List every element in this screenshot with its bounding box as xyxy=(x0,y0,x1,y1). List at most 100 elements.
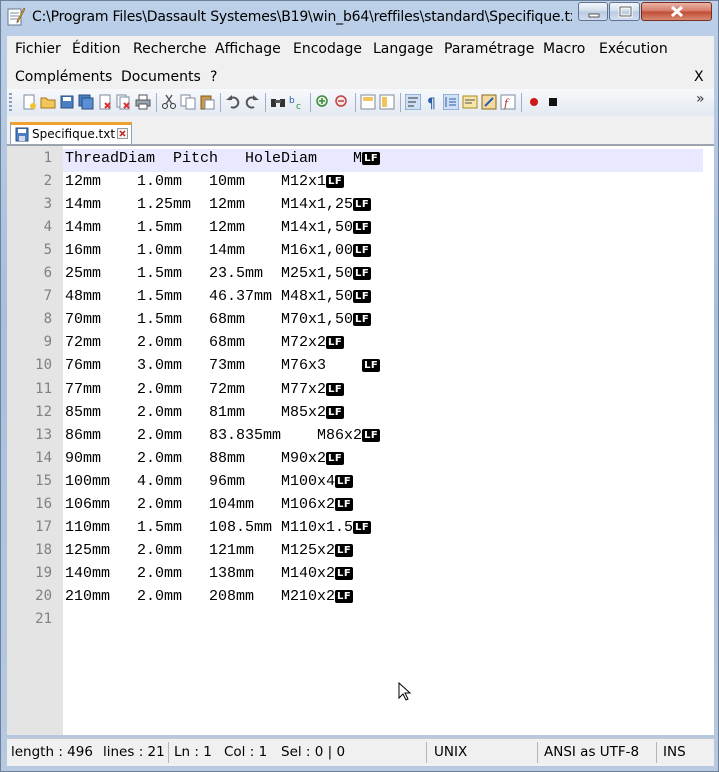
menu-affichage[interactable]: Affichage xyxy=(215,41,281,57)
new-file-icon[interactable] xyxy=(21,94,37,110)
tab-close-icon[interactable] xyxy=(117,128,128,139)
notepad-app-icon[interactable] xyxy=(7,6,25,26)
status-length: length : 496 xyxy=(11,744,93,760)
menu-help[interactable]: ? xyxy=(210,69,217,85)
find-icon[interactable] xyxy=(270,94,286,110)
svg-text:¶: ¶ xyxy=(427,96,436,110)
title-bar[interactable]: C:\Program Files\Dassault Systemes\B19\w… xyxy=(1,1,719,35)
code-text: 76mm 3.0mm 73mm M76x3 xyxy=(65,357,363,375)
word-wrap-icon[interactable] xyxy=(405,94,421,110)
eol-marker: LF xyxy=(353,520,372,534)
mouse-pointer-icon xyxy=(398,682,412,701)
code-line[interactable]: 85mm 2.0mm 81mm M85x2 LF xyxy=(65,403,345,421)
line-number: 9 xyxy=(43,334,52,351)
code-line[interactable]: 12mm 1.0mm 10mm M12x1 LF xyxy=(65,173,345,191)
menu-fichier[interactable]: Fichier xyxy=(15,41,61,57)
code-line[interactable]: 76mm 3.0mm 73mm M76x3 LF xyxy=(65,357,381,375)
code-line[interactable]: 70mm 1.5mm 68mm M70x1,50 LF xyxy=(65,311,372,328)
code-line[interactable]: 86mm 2.0mm 83.835mm M86x2 LF xyxy=(65,426,381,444)
code-line[interactable]: 110mm 1.5mm 108.5mm M110x1.5 LF xyxy=(65,518,372,536)
save-all-icon[interactable] xyxy=(78,94,94,110)
status-line-number: Ln : 1 xyxy=(174,744,212,760)
code-text: 110mm 1.5mm 108.5mm M110x1.5 xyxy=(65,518,354,536)
maximize-button[interactable] xyxy=(609,2,640,21)
line-number: 10 xyxy=(35,357,52,374)
close-document-button[interactable]: X xyxy=(694,69,704,85)
close-window-button[interactable] xyxy=(641,2,712,21)
tab-specifique[interactable]: Specifique.txt xyxy=(10,122,132,144)
print-icon[interactable] xyxy=(135,94,151,110)
undo-icon[interactable] xyxy=(225,94,241,110)
close-all-icon[interactable] xyxy=(116,94,132,110)
menu-documents[interactable]: Documents xyxy=(121,69,201,85)
show-all-chars-icon[interactable]: ¶ xyxy=(424,94,440,110)
code-text: 86mm 2.0mm 83.835mm M86x2 xyxy=(65,426,363,444)
code-line[interactable]: 16mm 1.0mm 14mm M16x1,00 LF xyxy=(65,242,372,259)
line-number: 7 xyxy=(43,288,52,305)
status-selection: Sel : 0 | 0 xyxy=(281,744,346,760)
user-language-icon[interactable] xyxy=(462,94,478,110)
line-number: 15 xyxy=(35,472,52,489)
code-line[interactable]: 140mm 2.0mm 138mm M140x2 LF xyxy=(65,565,354,582)
menu-execution[interactable]: Exécution xyxy=(599,41,668,57)
code-text: 100mm 4.0mm 96mm M100x4 xyxy=(65,472,336,490)
code-line[interactable]: 25mm 1.5mm 23.5mm M25x1,50 LF xyxy=(65,265,372,282)
code-line[interactable]: 100mm 4.0mm 96mm M100x4 LF xyxy=(65,472,354,490)
code-text: 12mm 1.0mm 10mm M12x1 xyxy=(65,173,327,191)
menu-macro[interactable]: Macro xyxy=(543,41,585,57)
code-text: 106mm 2.0mm 104mm M106x2 xyxy=(65,495,336,513)
redo-icon[interactable] xyxy=(244,94,260,110)
code-text: 85mm 2.0mm 81mm M85x2 xyxy=(65,403,327,421)
code-text: 14mm 1.25mm 12mm M14x1,25 xyxy=(65,196,354,214)
save-icon[interactable] xyxy=(59,94,75,110)
code-line[interactable]: 90mm 2.0mm 88mm M90x2 LF xyxy=(65,450,345,467)
code-line[interactable]: 14mm 1.5mm 12mm M14x1,50 LF xyxy=(65,219,372,236)
menu-edition[interactable]: Édition xyxy=(72,41,120,57)
text-editor[interactable]: 1 2 3 4 5 6 7 8 9 10 11 12 13 14 15 16 17 18 19 20 21 Thread… xyxy=(7,145,714,735)
code-line[interactable]: 48mm 1.5mm 46.37mm M48x1,50 LF xyxy=(65,288,372,305)
menu-encodage[interactable]: Encodage xyxy=(293,41,362,57)
open-file-icon[interactable] xyxy=(40,94,56,110)
menu-parametrage[interactable]: Paramétrage xyxy=(444,41,534,57)
code-line[interactable]: 125mm 2.0mm 121mm M125x2 LF xyxy=(65,541,354,559)
notepad-window: C:\Program Files\Dassault Systemes\B19\w… xyxy=(0,0,719,772)
code-line[interactable]: 14mm 1.25mm 12mm M14x1,25 LF xyxy=(65,196,372,214)
document-map-icon[interactable] xyxy=(481,94,497,110)
toolbar-grip[interactable] xyxy=(9,93,12,112)
toolbar-overflow-button[interactable]: » xyxy=(696,91,705,107)
function-list-icon[interactable]: f xyxy=(500,94,516,110)
eol-marker: LF xyxy=(353,221,372,235)
line-number: 21 xyxy=(35,611,52,627)
menu-langage[interactable]: Langage xyxy=(373,41,433,57)
code-line[interactable]: 210mm 2.0mm 208mm M210x2 LF xyxy=(65,588,354,605)
sync-horizontal-icon[interactable] xyxy=(379,94,395,110)
code-line[interactable]: 72mm 2.0mm 68mm M72x2 LF xyxy=(65,334,345,351)
status-column: Col : 1 xyxy=(224,744,268,760)
menu-complements[interactable]: Compléments xyxy=(15,69,112,85)
code-text: 125mm 2.0mm 121mm M125x2 xyxy=(65,541,336,559)
cut-icon[interactable] xyxy=(161,94,177,110)
sync-vertical-icon[interactable] xyxy=(360,94,376,110)
code-line[interactable]: 106mm 2.0mm 104mm M106x2 LF xyxy=(65,495,354,513)
line-number: 2 xyxy=(43,173,52,190)
record-macro-icon[interactable] xyxy=(526,94,542,110)
status-encoding: ANSI as UTF-8 xyxy=(544,744,640,760)
paste-icon[interactable] xyxy=(199,94,215,110)
line-number: 13 xyxy=(35,426,52,443)
close-icon[interactable] xyxy=(97,94,113,110)
menu-recherche[interactable]: Recherche xyxy=(133,41,207,57)
code-line[interactable]: ThreadDiam Pitch HoleDiam M LF xyxy=(65,150,381,167)
zoom-in-icon[interactable] xyxy=(315,94,331,110)
minimize-button[interactable] xyxy=(578,2,608,21)
saved-file-icon xyxy=(15,127,29,142)
eol-marker: LF xyxy=(335,497,354,511)
replace-icon[interactable]: bc xyxy=(289,94,305,110)
indent-guide-icon[interactable] xyxy=(443,94,459,110)
code-line[interactable]: 77mm 2.0mm 72mm M77x2 LF xyxy=(65,381,345,398)
line-number: 5 xyxy=(43,242,52,259)
eol-marker: LF xyxy=(335,543,354,557)
stop-macro-icon[interactable] xyxy=(545,94,561,110)
copy-icon[interactable] xyxy=(180,94,196,110)
tab-label: Specifique.txt xyxy=(32,127,116,141)
zoom-out-icon[interactable] xyxy=(334,94,350,110)
